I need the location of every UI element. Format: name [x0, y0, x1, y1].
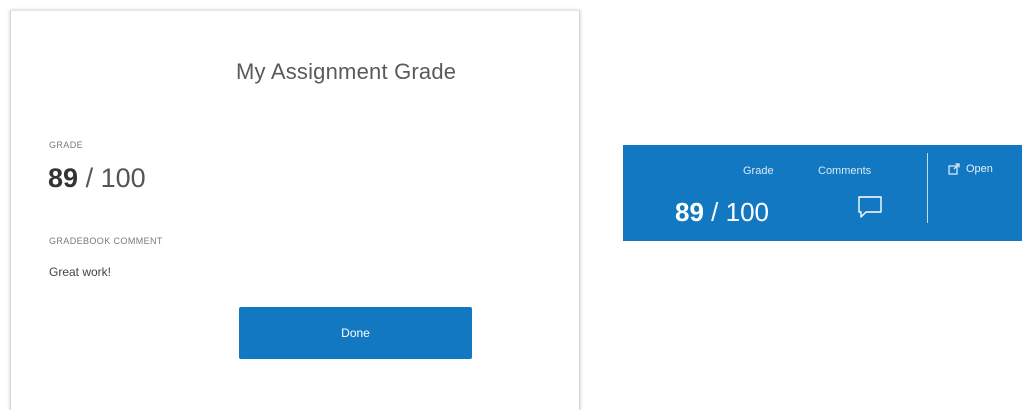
- grade-summary-bar: Grade 89 / 100 Comments Open: [623, 145, 1022, 241]
- external-link-icon: [948, 163, 960, 175]
- bar-divider: [927, 153, 928, 223]
- grade-label: GRADE: [49, 140, 84, 150]
- gradebook-comment-label: GRADEBOOK COMMENT: [49, 236, 163, 246]
- comments-label: Comments: [818, 165, 872, 177]
- bar-grade-value: 89 / 100: [675, 197, 769, 228]
- grade-modal: My Assignment Grade GRADE 89 / 100 GRADE…: [10, 10, 580, 410]
- open-link[interactable]: Open: [948, 163, 993, 175]
- grade-score: 89: [48, 163, 79, 193]
- grade-value: 89 / 100: [48, 163, 146, 194]
- speech-bubble-icon: [858, 196, 882, 218]
- open-link-label: Open: [966, 163, 993, 175]
- done-button[interactable]: Done: [239, 307, 472, 359]
- grade-total: 100: [100, 163, 146, 193]
- bar-grade-label: Grade: [743, 165, 774, 177]
- bar-grade-score: 89: [675, 197, 704, 227]
- comments-button[interactable]: Comments: [815, 163, 895, 223]
- grade-separator: /: [85, 163, 94, 193]
- modal-title: My Assignment Grade: [236, 59, 457, 84]
- bar-grade-total: 100: [725, 197, 770, 227]
- gradebook-comment-text: Great work!: [49, 265, 112, 279]
